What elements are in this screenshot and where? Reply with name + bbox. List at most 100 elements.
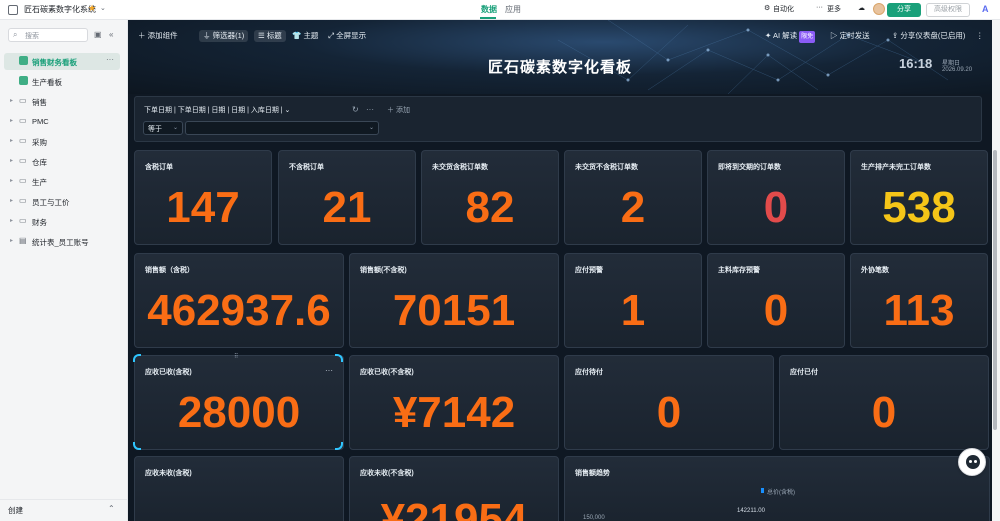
legend-swatch <box>761 488 764 493</box>
app-title[interactable]: 匠石碳素数字化系统 <box>24 4 96 15</box>
caret-right-icon[interactable]: ▸ <box>10 137 13 144</box>
avatar[interactable] <box>873 3 885 15</box>
caret-right-icon[interactable]: ▸ <box>10 197 13 204</box>
filter-value-select[interactable]: ⌄ <box>185 121 379 135</box>
metric-value: 82 <box>465 183 515 232</box>
folder-icon: ▭ <box>19 196 27 205</box>
table-icon: ▤ <box>19 236 27 245</box>
caret-right-icon[interactable]: ▸ <box>10 217 13 224</box>
app-icon <box>8 5 18 15</box>
sidebar-item[interactable]: 销售财务看板 ··· <box>4 53 120 70</box>
ai-interpret-button[interactable]: ✦ AI 解读 限免 <box>765 30 816 43</box>
collapse-sidebar-icon[interactable]: « <box>109 30 113 39</box>
metric-card[interactable]: 含税订单 147 <box>134 150 272 245</box>
fullscreen-icon: ⤢ <box>328 31 337 40</box>
filter-fields[interactable]: 下单日期 | 下单日期 | 日期 | 日期 | 入库日期 | ⌄ <box>144 105 290 115</box>
sidebar-item[interactable]: ▸ ▤ 统计表_员工账号 <box>4 233 120 250</box>
theme-button[interactable]: 👕 主题 <box>292 30 318 42</box>
metric-card[interactable]: 未交货含税订单数 82 <box>421 150 559 245</box>
metric-card[interactable]: 应收未收(含税) <box>134 456 344 521</box>
assistant-icon <box>966 455 980 469</box>
scrollbar[interactable] <box>993 150 997 430</box>
metric-card[interactable]: 应收已收(不含税) ¥7142 <box>349 355 559 450</box>
filter-button[interactable]: ⏚ 筛选器(1) <box>199 30 249 42</box>
sidebar-item-label: PMC <box>32 117 49 126</box>
metric-card[interactable]: 销售额（含税） 462937.6 <box>134 253 344 348</box>
add-component-button[interactable]: ＋ 添加组件 <box>138 30 178 42</box>
metric-card[interactable]: 不含税订单 21 <box>278 150 416 245</box>
chevron-down-icon[interactable]: ⌄ <box>100 4 106 12</box>
sidebar-item[interactable]: 生产看板 <box>4 73 120 90</box>
sidebar-item[interactable]: ▸ ▭ 员工与工价 <box>4 193 120 210</box>
sales-trend-card[interactable]: 销售额趋势 总价(含税) 142211.00 150,000 <box>564 456 990 521</box>
advanced-permission-button[interactable]: 高级权限 <box>926 3 970 17</box>
metric-card[interactable]: 应付已付 0 <box>779 355 989 450</box>
new-item-icon[interactable]: ▣ <box>94 30 102 39</box>
caret-right-icon[interactable]: ▸ <box>10 157 13 164</box>
more-icon[interactable]: ··· <box>106 55 114 64</box>
cloud-icon[interactable]: ☁ <box>858 4 865 12</box>
dashboard-header: ＋ 添加组件 ⏚ 筛选器(1) ☰ 标题 👕 主题 ⤢ 全屏显示 ✦ AI 解读… <box>128 20 992 94</box>
more-icon[interactable]: ··· <box>366 105 374 114</box>
more-icon[interactable]: ··· <box>325 366 333 375</box>
sidebar-item[interactable]: ▸ ▭ 采购 <box>4 133 120 150</box>
share-button[interactable]: 分享 <box>887 3 921 17</box>
sidebar-item[interactable]: ▸ ▭ PMC <box>4 113 120 130</box>
more-options-icon[interactable]: ⋮ <box>976 30 984 42</box>
tab-data[interactable]: 数据 <box>481 4 497 15</box>
chevron-up-icon[interactable]: ⌃ <box>108 504 115 513</box>
tab-apps[interactable]: 应用 <box>505 4 521 15</box>
metric-card[interactable]: 外协笔数 113 <box>850 253 988 348</box>
more-icon[interactable]: ··· <box>816 4 823 11</box>
star-icon[interactable]: ★ <box>88 3 96 14</box>
drag-handle-icon[interactable]: ⠿ <box>234 353 238 360</box>
metric-card[interactable]: 应收未收(不含税) ¥21954 <box>349 456 559 521</box>
share-dashboard-label: 分享仪表盘(已启用) <box>900 31 966 40</box>
title-button[interactable]: ☰ 标题 <box>254 30 286 42</box>
sales-trend-title: 销售额趋势 <box>575 470 610 477</box>
dashboard-icon <box>19 76 28 85</box>
operator-select[interactable]: 等于 ⌄ <box>143 121 183 135</box>
chevron-down-icon: ⌄ <box>172 125 178 131</box>
sidebar-item[interactable]: ▸ ▭ 销售 <box>4 93 120 110</box>
sidebar-item[interactable]: ▸ ▭ 仓库 <box>4 153 120 170</box>
free-badge: 限免 <box>799 31 816 43</box>
caret-right-icon[interactable]: ▸ <box>10 177 13 184</box>
more-button[interactable]: 更多 <box>827 4 841 14</box>
caret-right-icon[interactable]: ▸ <box>10 237 13 244</box>
metric-card[interactable]: 应付待付 0 <box>564 355 774 450</box>
y-axis-tick: 150,000 <box>583 515 605 521</box>
metric-card[interactable]: 即将到交期的订单数 0 <box>707 150 845 245</box>
assistant-button[interactable] <box>958 448 986 476</box>
search-input[interactable]: ⌕ 搜索 <box>8 28 88 42</box>
metric-card[interactable]: 销售额(不含税) 70151 <box>349 253 559 348</box>
metric-card[interactable]: 主料库存预警 0 <box>707 253 845 348</box>
share-dashboard-button[interactable]: ⇪ 分享仪表盘(已启用) <box>892 30 965 42</box>
add-component-label: 添加组件 <box>147 31 178 40</box>
scheduled-send-button[interactable]: ▷ 定时发送 <box>830 30 870 42</box>
create-section[interactable]: 创建 ⌃ <box>0 499 128 521</box>
sidebar-item[interactable]: ▸ ▭ 财务 <box>4 213 120 230</box>
metric-card[interactable]: 应付预警 1 <box>564 253 702 348</box>
refresh-icon[interactable]: ↻ <box>352 105 359 114</box>
fullscreen-button[interactable]: ⤢ 全屏显示 <box>328 30 366 42</box>
sidebar-item-label: 财务 <box>32 218 47 227</box>
metric-card[interactable]: 应收已收(含税) 28000 ··· <box>134 355 344 450</box>
automation-button[interactable]: 自动化 <box>773 4 794 14</box>
metric-card[interactable]: 生产排产未完工订单数 538 <box>850 150 988 245</box>
plus-icon: ＋ <box>387 107 396 114</box>
send-icon: ▷ <box>830 31 840 40</box>
metric-value: 147 <box>166 183 240 232</box>
filter-panel: 下单日期 | 下单日期 | 日期 | 日期 | 入库日期 | ⌄ ↻ ··· ＋… <box>134 96 982 142</box>
caret-right-icon[interactable]: ▸ <box>10 97 13 104</box>
sidebar-item[interactable]: ▸ ▭ 生产 <box>4 173 120 190</box>
add-filter-label: 添加 <box>395 107 410 114</box>
metric-value: 0 <box>871 388 897 437</box>
metric-title: 应收未收(含税) <box>145 470 192 477</box>
caret-right-icon[interactable]: ▸ <box>10 117 13 124</box>
metric-card[interactable]: 未交货不含税订单数 2 <box>564 150 702 245</box>
metric-title: 销售额(不含税) <box>360 267 407 274</box>
add-filter-button[interactable]: ＋ 添加 <box>387 105 410 115</box>
automation-icon[interactable]: ⚙ <box>764 4 770 12</box>
scheduled-send-label: 定时发送 <box>839 31 870 40</box>
